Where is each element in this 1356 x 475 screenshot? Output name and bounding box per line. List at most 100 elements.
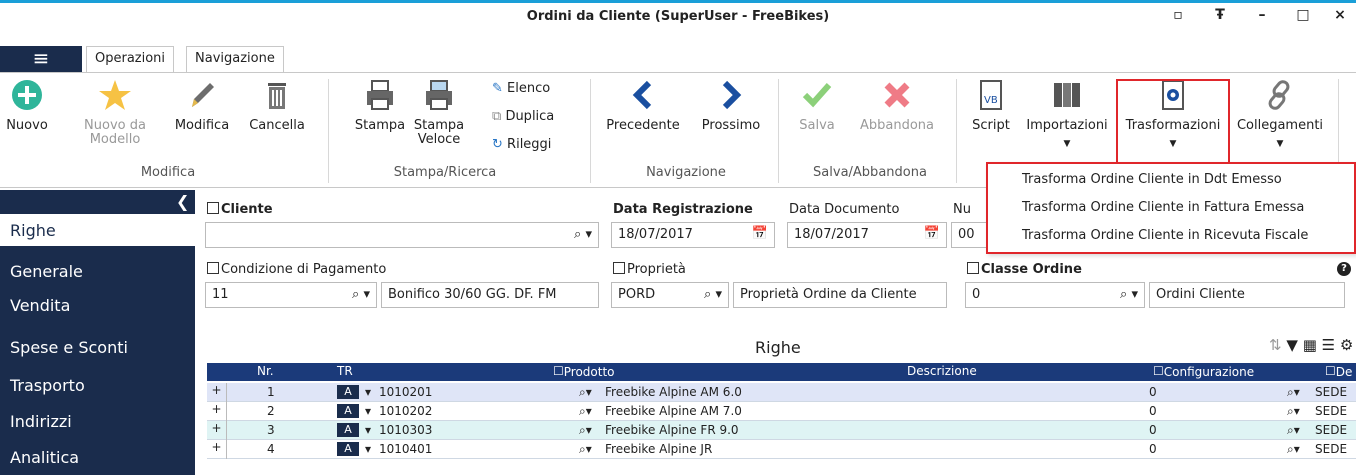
table-row[interactable]: + 1 A ▾ 1010201 ⌕▾ Freebike Alpine AM 6.… (207, 383, 1356, 402)
elenco-button[interactable]: ✎ Elenco (492, 81, 550, 96)
restore-icon[interactable]: ▫ (1168, 7, 1188, 23)
search-icon[interactable]: ⌕ ▾ (704, 287, 722, 302)
sidebar-item-generale[interactable]: Generale (10, 262, 83, 281)
collapse-chevron-icon[interactable]: ❮ (176, 192, 189, 211)
search-icon[interactable]: ⌕ ▾ (1120, 287, 1138, 302)
search-icon[interactable]: ⌕▾ (1287, 423, 1300, 438)
search-icon[interactable]: ⌕ ▾ (352, 287, 370, 302)
col-configurazione[interactable]: ☐ Configurazione (1153, 364, 1254, 379)
search-icon[interactable]: ⌕▾ (1287, 385, 1300, 400)
maximize-icon[interactable]: □ (1293, 7, 1313, 23)
prossimo-button[interactable]: Prossimo (694, 77, 768, 133)
nuovo-da-modello-button[interactable]: Nuovo da Modello (80, 77, 150, 147)
data-registrazione-input[interactable]: 18/07/2017 📅 (611, 222, 775, 248)
sidebar-item-analitica[interactable]: Analitica (10, 448, 79, 467)
sidebar-item-spese-sconti[interactable]: Spese e Sconti (10, 338, 128, 357)
script-button[interactable]: VB Script (966, 77, 1016, 133)
tab-navigazione[interactable]: Navigazione (186, 46, 284, 72)
dropdown-arrow-icon[interactable]: ▾ (365, 404, 371, 418)
cell-tr[interactable]: A (337, 385, 359, 399)
expand-icon[interactable]: + (207, 402, 227, 421)
search-icon[interactable]: ⌕▾ (1287, 404, 1300, 419)
numero-value: 00 (958, 227, 975, 242)
classe-desc-input[interactable]: Ordini Cliente (1149, 282, 1345, 308)
search-icon[interactable]: ⌕▾ (1287, 442, 1300, 457)
stampa-button[interactable]: Stampa (354, 77, 406, 133)
table-row[interactable]: + 4 A ▾ 1010401 ⌕▾ Freebike Alpine JR 0 … (207, 440, 1356, 459)
tab-operazioni[interactable]: Operazioni (86, 46, 175, 72)
help-icon[interactable]: ? (1337, 262, 1351, 276)
search-icon[interactable]: ⌕ ▾ (574, 227, 592, 242)
expand-icon[interactable]: + (207, 421, 227, 440)
calendar-icon[interactable]: 📅 (752, 226, 768, 241)
grid-title: Righe (755, 338, 801, 357)
col-de[interactable]: ☐ De (1325, 364, 1352, 379)
menu-item-ddt[interactable]: Trasforma Ordine Cliente in Ddt Emesso (1022, 172, 1282, 187)
cliente-input[interactable]: ⌕ ▾ (205, 222, 599, 248)
modifica-button[interactable]: Modifica (172, 77, 232, 133)
dropdown-arrow-icon[interactable]: ▾ (365, 385, 371, 399)
checkbox-icon[interactable] (207, 202, 219, 214)
salva-button[interactable]: Salva (792, 77, 842, 133)
proprieta-desc-input[interactable]: Proprietà Ordine da Cliente (733, 282, 947, 308)
condizione-code-input[interactable]: 11 ⌕ ▾ (205, 282, 377, 308)
sidebar-item-righe[interactable]: Righe (10, 221, 56, 240)
star-icon (99, 80, 131, 110)
collegamenti-button[interactable]: Collegamenti ▼ (1232, 77, 1328, 151)
menu-item-ricevuta[interactable]: Trasforma Ordine Cliente in Ricevuta Fis… (1022, 228, 1308, 243)
search-icon[interactable]: ⌕▾ (579, 423, 592, 438)
classe-code-input[interactable]: 0 ⌕ ▾ (965, 282, 1145, 308)
table-row[interactable]: + 2 A ▾ 1010202 ⌕▾ Freebike Alpine AM 7.… (207, 402, 1356, 421)
hamburger-menu-icon[interactable]: ≡ (0, 46, 82, 72)
filter-icon[interactable]: ▼ (1286, 336, 1298, 354)
condizione-desc-value: Bonifico 30/60 GG. DF. FM (388, 287, 557, 302)
checkbox-icon[interactable] (613, 262, 625, 274)
checkbox-icon[interactable] (967, 262, 979, 274)
duplica-button[interactable]: ⧉ Duplica (492, 109, 554, 124)
calendar-icon[interactable]: 📅 (924, 226, 940, 241)
numero-input[interactable]: 00 (951, 222, 991, 248)
columns-icon[interactable]: ☰ (1322, 336, 1335, 354)
expand-icon[interactable]: + (207, 383, 227, 402)
group-label-stampa-ricerca: Stampa/Ricerca (393, 165, 497, 180)
proprieta-code-input[interactable]: PORD ⌕ ▾ (611, 282, 729, 308)
cell-tr[interactable]: A (337, 423, 359, 437)
cell-tr[interactable]: A (337, 404, 359, 418)
col-tr[interactable]: TR (337, 364, 353, 378)
sort-icon[interactable]: ⇅ (1269, 336, 1282, 354)
importazioni-button[interactable]: Importazioni ▼ (1020, 77, 1114, 151)
search-icon[interactable]: ⌕▾ (579, 404, 592, 419)
precedente-button[interactable]: Precedente (600, 77, 686, 133)
nuovo-button[interactable]: Nuovo (2, 77, 52, 133)
proprieta-label: Proprietà (613, 262, 686, 277)
col-nr[interactable]: Nr. (257, 364, 274, 378)
abbandona-label: Abbandona (859, 118, 934, 133)
data-documento-input[interactable]: 18/07/2017 📅 (787, 222, 947, 248)
cell-prodotto: 1010202 (379, 404, 433, 418)
pin-icon[interactable]: Ŧ (1210, 7, 1230, 23)
search-icon[interactable]: ⌕▾ (579, 442, 592, 457)
rileggi-button[interactable]: ↻ Rileggi (492, 137, 551, 152)
gear-icon[interactable]: ⚙ (1340, 336, 1353, 354)
menu-item-fattura[interactable]: Trasforma Ordine Cliente in Fattura Emes… (1022, 200, 1304, 215)
cell-tr[interactable]: A (337, 442, 359, 456)
sidebar-item-indirizzi[interactable]: Indirizzi (10, 412, 72, 431)
minimize-icon[interactable]: – (1252, 7, 1272, 23)
search-icon[interactable]: ⌕▾ (579, 385, 592, 400)
abbandona-button[interactable]: Abbandona (852, 77, 942, 133)
cancella-button[interactable]: Cancella (244, 77, 310, 133)
expand-icon[interactable]: + (207, 440, 227, 459)
group-label-modifica: Modifica (140, 165, 196, 180)
col-prodotto[interactable]: ☐ Prodotto (553, 364, 615, 379)
dropdown-arrow-icon[interactable]: ▾ (365, 442, 371, 456)
table-row[interactable]: + 3 A ▾ 1010303 ⌕▾ Freebike Alpine FR 9.… (207, 421, 1356, 440)
condizione-desc-input[interactable]: Bonifico 30/60 GG. DF. FM (381, 282, 599, 308)
col-descrizione[interactable]: Descrizione (907, 364, 977, 378)
sidebar-item-vendita[interactable]: Vendita (10, 296, 70, 315)
sidebar-item-trasporto[interactable]: Trasporto (10, 376, 85, 395)
close-icon[interactable]: × (1330, 7, 1350, 23)
excel-icon[interactable]: ▦ (1303, 336, 1317, 354)
stampa-veloce-button[interactable]: Stampa Veloce (412, 77, 466, 147)
dropdown-arrow-icon[interactable]: ▾ (365, 423, 371, 437)
checkbox-icon[interactable] (207, 262, 219, 274)
